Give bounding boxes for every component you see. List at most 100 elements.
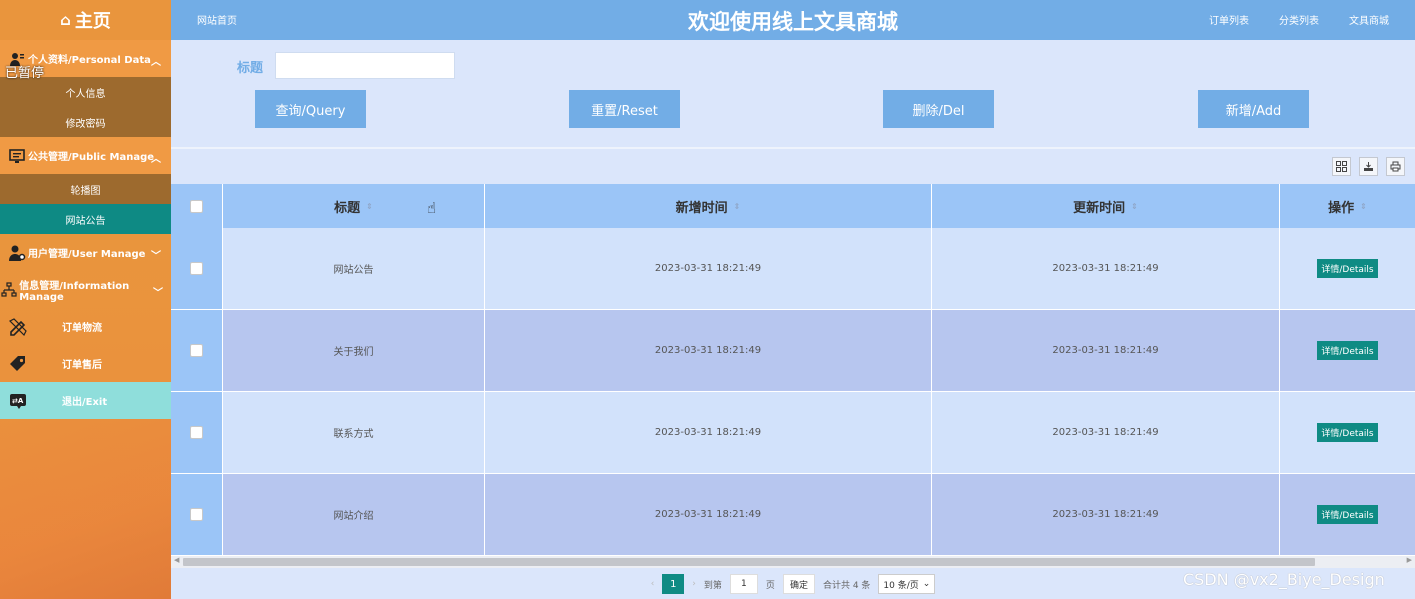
header-checkbox-cell [171,184,223,228]
sidebar-background-decoration [0,399,171,599]
sidebar-item-order-logistics[interactable]: 订单物流 [0,308,171,345]
column-header-label: 标题 [334,200,361,216]
title-search-input[interactable] [275,52,455,79]
page-size-select[interactable]: 10 条/页 ⌄ [878,574,936,594]
sidebar-group-label: 个人资料/Personal Data [28,55,151,66]
column-header-title[interactable]: 标题 ⇕ [223,184,485,228]
paused-overlay-label: 已暂停 [5,66,45,81]
sidebar-item-site-notice[interactable]: 网站公告 [0,204,171,234]
sidebar-group-public-manage[interactable]: 公共管理/Public Manage ︿ [0,137,171,174]
sidebar-item-change-password[interactable]: 修改密码 [0,107,171,137]
nav-category-list[interactable]: 分类列表 [1279,12,1319,27]
cell-actions: 详情/Details [1280,228,1415,309]
sidebar-item-carousel[interactable]: 轮播图 [0,174,171,204]
sidebar-item-label: 个人信息 [65,88,106,100]
cell-updated: 2023-03-31 18:21:49 [932,228,1280,309]
monitor-icon [8,147,26,165]
nav-order-list[interactable]: 订单列表 [1209,12,1249,27]
chevron-down-icon: ﹀ [153,288,163,299]
pencil-ruler-icon [8,317,28,337]
prev-page-icon[interactable]: ‹ [651,579,655,589]
column-header-label: 操作 [1328,200,1355,216]
sort-icon[interactable]: ⇕ [1131,202,1138,211]
tags-icon [8,354,28,374]
svg-text:⇄A: ⇄A [12,397,24,405]
row-checkbox-cell [171,310,223,391]
details-button[interactable]: 详情/Details [1317,505,1378,524]
scroll-left-icon[interactable]: ◀ [174,556,179,564]
sidebar-home[interactable]: ⌂ 主页 [0,0,171,40]
cell-created: 2023-03-31 18:21:49 [485,474,932,555]
next-page-icon[interactable]: › [692,579,696,589]
data-table: 标题 ⇕ 新增时间 ⇕ 更新时间 ⇕ 操作 ⇕ 网站公告 2023-03-31 18:2… [171,184,1415,556]
scrollbar-thumb[interactable] [183,558,1315,566]
scroll-right-icon[interactable]: ▶ [1407,556,1412,564]
goto-confirm-button[interactable]: 确定 [782,574,815,594]
select-all-checkbox[interactable] [190,199,203,213]
sidebar-group-label: 用户管理/User Manage [28,249,146,260]
cell-created: 2023-03-31 18:21:49 [485,228,932,309]
translate-icon: ⇄A [8,391,28,411]
column-header-actions[interactable]: 操作 ⇕ [1280,184,1415,228]
hand-cursor-icon: ☝ [427,199,437,217]
cell-updated: 2023-03-31 18:21:49 [932,474,1280,555]
row-checkbox-cell [171,474,223,555]
sidebar-group-label: 信息管理/Information Manage [19,280,130,303]
cell-updated: 2023-03-31 18:21:49 [932,392,1280,473]
cell-updated: 2023-03-31 18:21:49 [932,310,1280,391]
query-button[interactable]: 查询/Query [255,90,366,128]
sidebar-item-after-sales[interactable]: 订单售后 [0,345,171,382]
row-checkbox[interactable] [190,426,203,439]
column-header-label: 新增时间 [675,200,728,216]
row-checkbox[interactable] [190,508,203,521]
page-number-current[interactable]: 1 [662,574,685,594]
table-row: 网站介绍 2023-03-31 18:21:49 2023-03-31 18:2… [171,474,1415,556]
sidebar-item-exit[interactable]: ⇄A 退出/Exit [0,382,171,419]
watermark: CSDN @vx2_Biye_Design [1183,570,1385,589]
cell-title: 网站公告 [223,228,485,309]
sidebar-item-label: 退出/Exit [62,397,108,408]
row-checkbox[interactable] [190,344,203,357]
title-filter-label: 标题 [237,61,264,76]
row-checkbox-cell [171,392,223,473]
sidebar: ⌂ 主页 个人资料/Personal Data ︿ 个人信息 修改密码 公共管理… [0,0,171,599]
row-checkbox-cell [171,228,223,309]
cell-title: 关于我们 [223,310,485,391]
horizontal-scrollbar[interactable]: ◀ ▶ [171,556,1415,568]
sidebar-item-label: 轮播图 [70,185,101,197]
nav-stationery-mall[interactable]: 文具商城 [1349,12,1389,27]
column-header-label: 更新时间 [1073,200,1126,216]
cell-created: 2023-03-31 18:21:49 [485,310,932,391]
sort-icon[interactable]: ⇕ [366,202,373,211]
columns-icon[interactable] [1332,157,1351,176]
details-button[interactable]: 详情/Details [1317,423,1378,442]
table-row: 关于我们 2023-03-31 18:21:49 2023-03-31 18:2… [171,310,1415,392]
column-header-updated[interactable]: 更新时间 ⇕ [932,184,1280,228]
divider [171,147,1415,149]
sort-icon[interactable]: ⇕ [734,202,741,211]
top-nav: 订单列表 分类列表 文具商城 [1209,12,1389,27]
sort-icon[interactable]: ⇕ [1360,202,1367,211]
chevron-down-icon: ﹀ [151,251,161,262]
chevron-up-icon: ︿ [151,154,161,165]
sidebar-item-personal-info[interactable]: 个人信息 [0,77,171,107]
sidebar-group-information-manage[interactable]: 信息管理/Information Manage ﹀ [0,271,171,308]
goto-page-input[interactable]: 1 [729,574,758,594]
sidebar-group-user-manage[interactable]: 用户管理/User Manage ﹀ [0,234,171,271]
column-header-created[interactable]: 新增时间 ⇕ [485,184,932,228]
add-button[interactable]: 新增/Add [1198,90,1309,128]
print-icon[interactable] [1386,157,1405,176]
total-count: 合计共 4 条 [822,580,871,591]
row-checkbox[interactable] [190,262,203,275]
sidebar-item-label: 订单物流 [62,323,102,334]
table-row: 网站公告 2023-03-31 18:21:49 2023-03-31 18:2… [171,228,1415,310]
goto-label: 到第 [703,580,722,591]
details-button[interactable]: 详情/Details [1317,259,1378,278]
delete-button[interactable]: 删除/Del [883,90,994,128]
export-icon[interactable] [1359,157,1378,176]
reset-button[interactable]: 重置/Reset [569,90,680,128]
cell-actions: 详情/Details [1280,310,1415,391]
details-button[interactable]: 详情/Details [1317,341,1378,360]
sidebar-group-label: 公共管理/Public Manage [28,152,155,163]
cell-created: 2023-03-31 18:21:49 [485,392,932,473]
